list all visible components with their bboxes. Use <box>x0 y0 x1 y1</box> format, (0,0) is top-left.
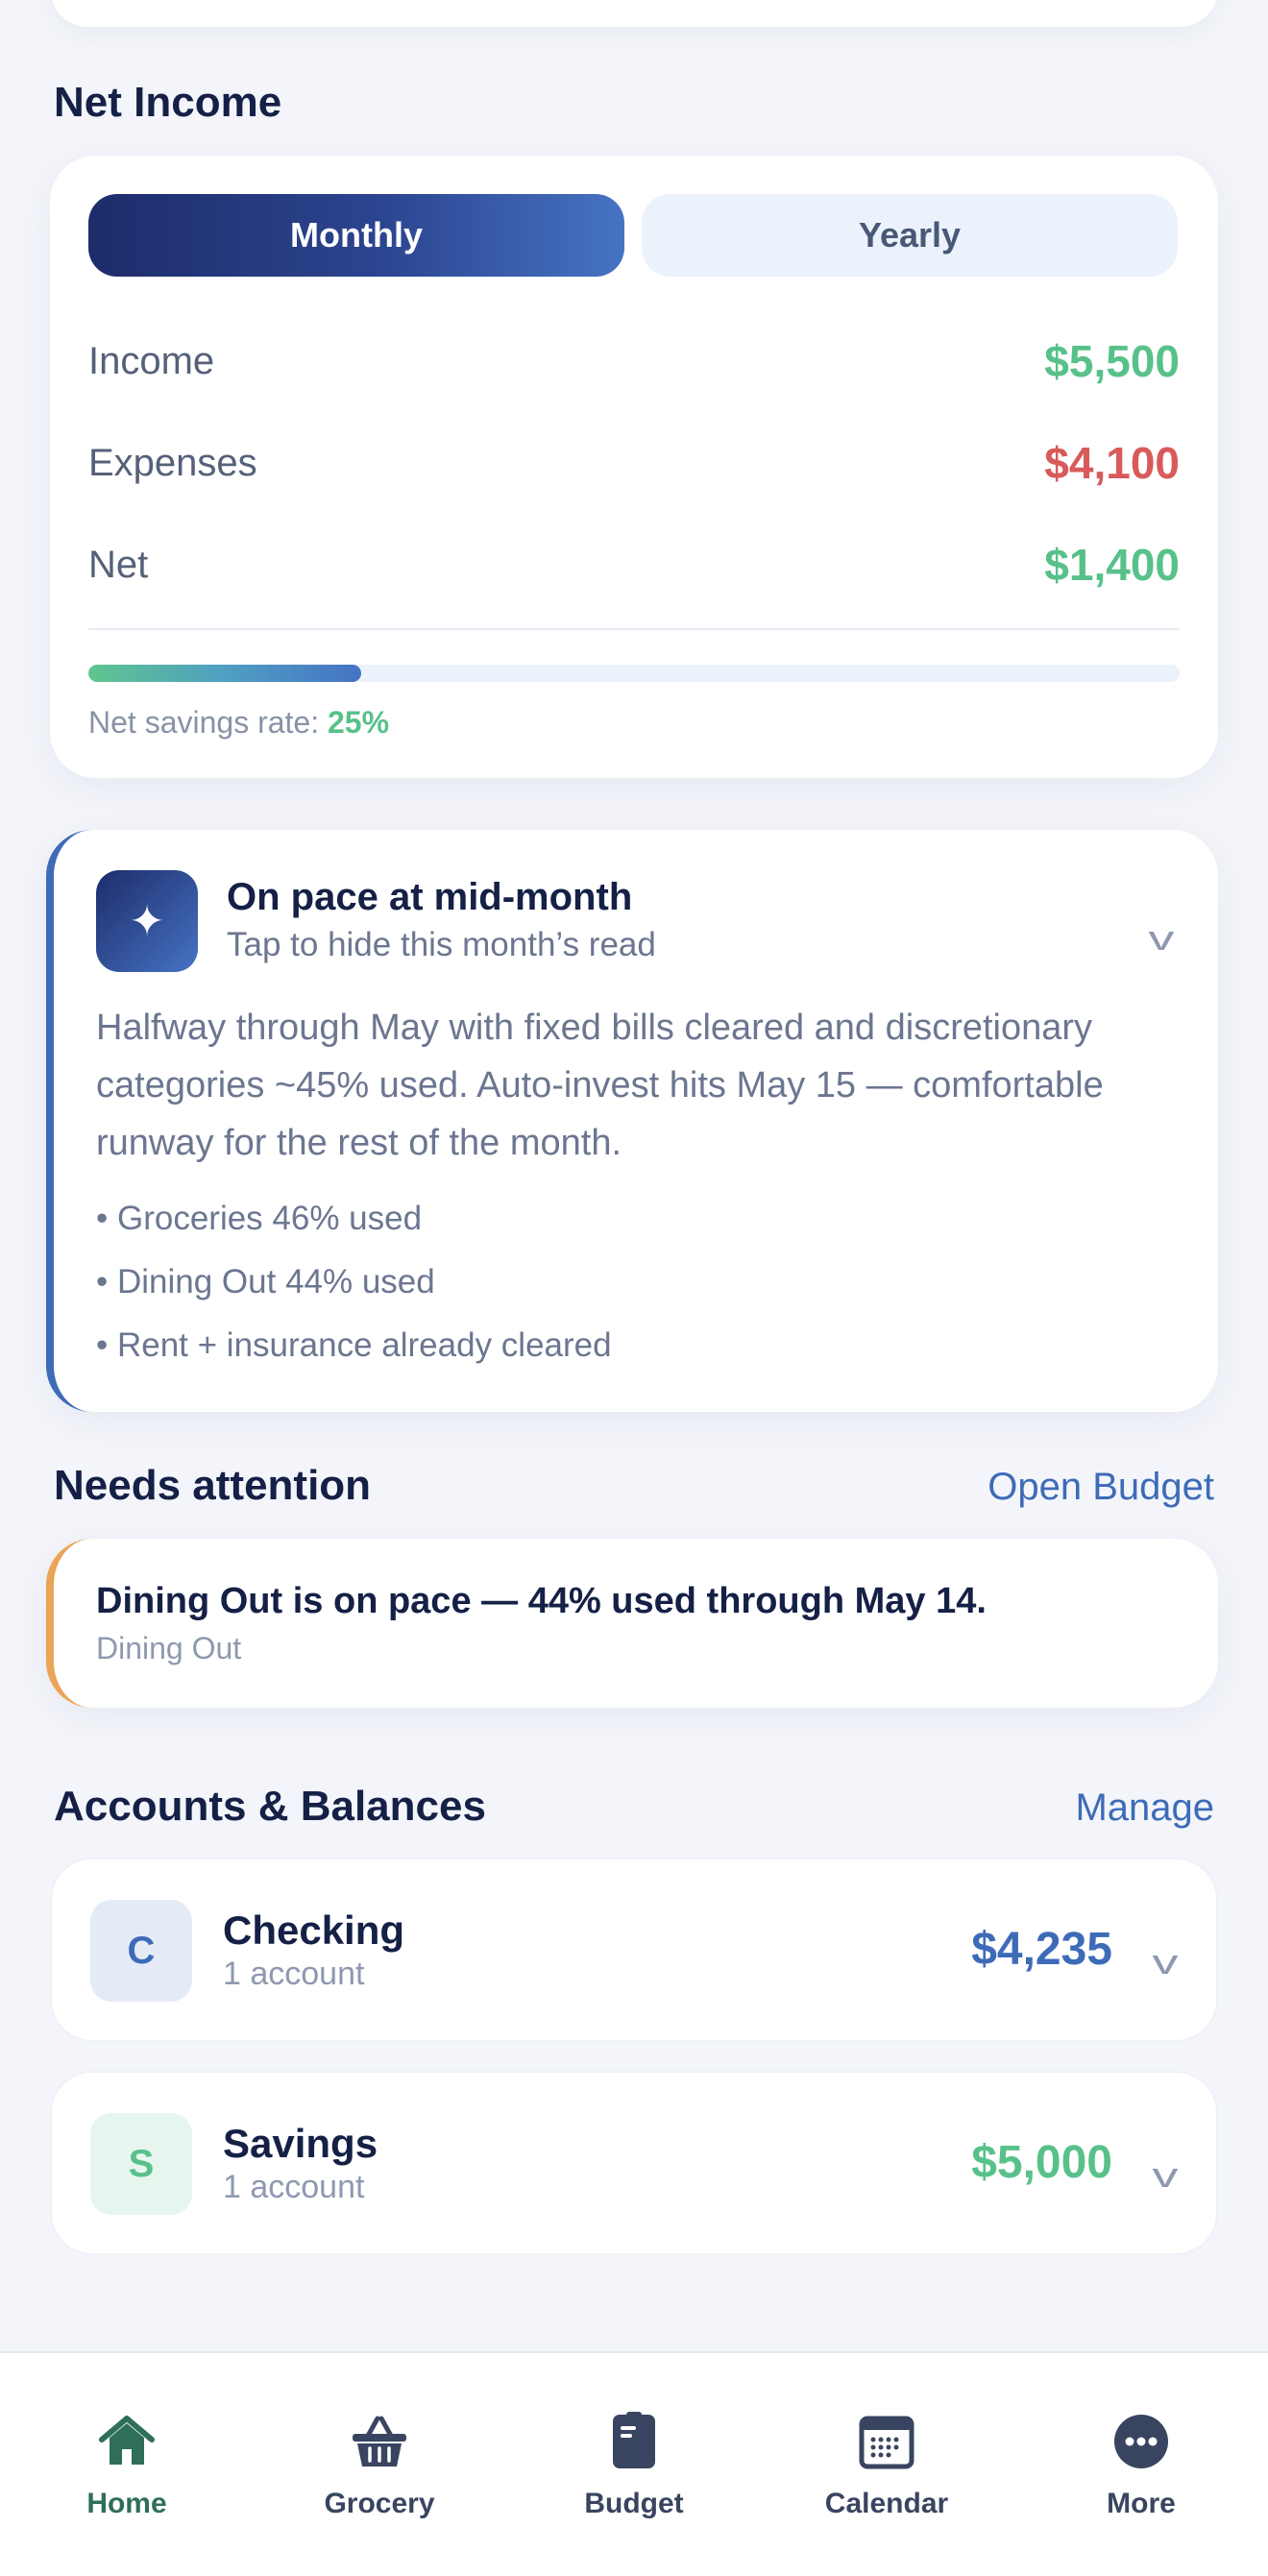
basket-icon <box>353 2416 406 2467</box>
tab-monthly[interactable]: Monthly <box>88 194 624 277</box>
calendar-icon <box>859 2416 914 2469</box>
account-count: 1 account <box>223 2169 365 2205</box>
avatar: S <box>90 2113 192 2215</box>
insight-bullets: • Groceries 46% used • Dining Out 44% us… <box>96 1187 612 1377</box>
net-income-title: Net Income <box>54 79 282 126</box>
chevron-down-icon[interactable]: v <box>1153 2155 1179 2196</box>
home-icon <box>99 2416 155 2465</box>
insight-title: On pace at mid-month <box>227 876 633 918</box>
tab-label: Budget <box>584 2488 684 2519</box>
tab-calendar[interactable]: Calendar <box>791 2411 983 2520</box>
list-item: • Groceries 46% used <box>96 1200 423 1237</box>
insight-body: Halfway through May with fixed bills cle… <box>96 1008 1104 1163</box>
savings-rate: Net savings rate: 25% <box>88 705 389 741</box>
income-row: Income $5,500 <box>88 332 1180 390</box>
tab-more[interactable]: More <box>1045 2411 1237 2520</box>
net-value: $1,400 <box>1044 540 1180 590</box>
divider <box>88 628 1180 630</box>
net-row: Net $1,400 <box>88 536 1180 594</box>
savings-progress-fill <box>88 665 361 682</box>
clipboard-icon <box>613 2412 655 2468</box>
tab-label: Home <box>86 2488 167 2519</box>
account-checking[interactable]: C Checking 1 account $4,235 v <box>50 1858 1218 2042</box>
expenses-label: Expenses <box>88 441 257 484</box>
income-label: Income <box>88 339 215 382</box>
manage-link[interactable]: Manage <box>1075 1786 1214 1830</box>
tab-grocery[interactable]: Grocery <box>283 2411 476 2520</box>
insight-subtitle: Tap to hide this month’s read <box>227 926 656 963</box>
more-icon <box>1114 2415 1168 2468</box>
expenses-row: Expenses $4,100 <box>88 434 1180 492</box>
tab-label: Grocery <box>324 2488 435 2519</box>
list-item: • Dining Out 44% used <box>96 1263 435 1300</box>
insight-card[interactable]: ✦ On pace at mid-month Tap to hide this … <box>46 830 1218 1412</box>
tab-label: More <box>1107 2488 1176 2519</box>
needs-attention-title: Needs attention <box>54 1462 372 1509</box>
net-income-card: Monthly Yearly Income $5,500 Expenses $4… <box>50 156 1218 778</box>
dashboard-page: Net Income Monthly Yearly Income $5,500 … <box>0 0 1268 2576</box>
account-name: Checking <box>223 1908 405 1953</box>
accounts-title: Accounts & Balances <box>54 1783 486 1830</box>
attention-item-category: Dining Out <box>96 1631 242 1665</box>
income-value: $5,500 <box>1044 336 1180 386</box>
account-savings[interactable]: S Savings 1 account $5,000 v <box>50 2071 1218 2255</box>
account-balance: $5,000 <box>971 2137 1112 2188</box>
savings-progress-track <box>88 665 1180 682</box>
account-count: 1 account <box>223 1956 365 1992</box>
expenses-value: $4,100 <box>1044 438 1180 488</box>
open-budget-link[interactable]: Open Budget <box>988 1466 1214 1509</box>
sparkle-icon: ✦ <box>96 870 198 972</box>
tab-bar: Home Grocery Budget Calendar More <box>0 2351 1268 2576</box>
avatar: C <box>90 1900 192 2002</box>
savings-rate-value: 25% <box>328 705 390 740</box>
previous-card <box>50 0 1218 27</box>
tab-home[interactable]: Home <box>31 2411 223 2520</box>
account-name: Savings <box>223 2121 378 2166</box>
chevron-down-icon[interactable]: v <box>1149 918 1175 959</box>
attention-item-title: Dining Out is on pace — 44% used through… <box>96 1581 987 1621</box>
tab-budget[interactable]: Budget <box>538 2411 730 2520</box>
savings-rate-label: Net savings rate: <box>88 705 320 740</box>
net-label: Net <box>88 543 149 586</box>
account-balance: $4,235 <box>971 1924 1112 1975</box>
chevron-down-icon[interactable]: v <box>1153 1942 1179 1982</box>
attention-card[interactable]: Dining Out is on pace — 44% used through… <box>46 1539 1218 1708</box>
list-item: • Rent + insurance already cleared <box>96 1326 612 1364</box>
tab-yearly[interactable]: Yearly <box>642 194 1178 277</box>
tab-label: Calendar <box>824 2488 949 2519</box>
